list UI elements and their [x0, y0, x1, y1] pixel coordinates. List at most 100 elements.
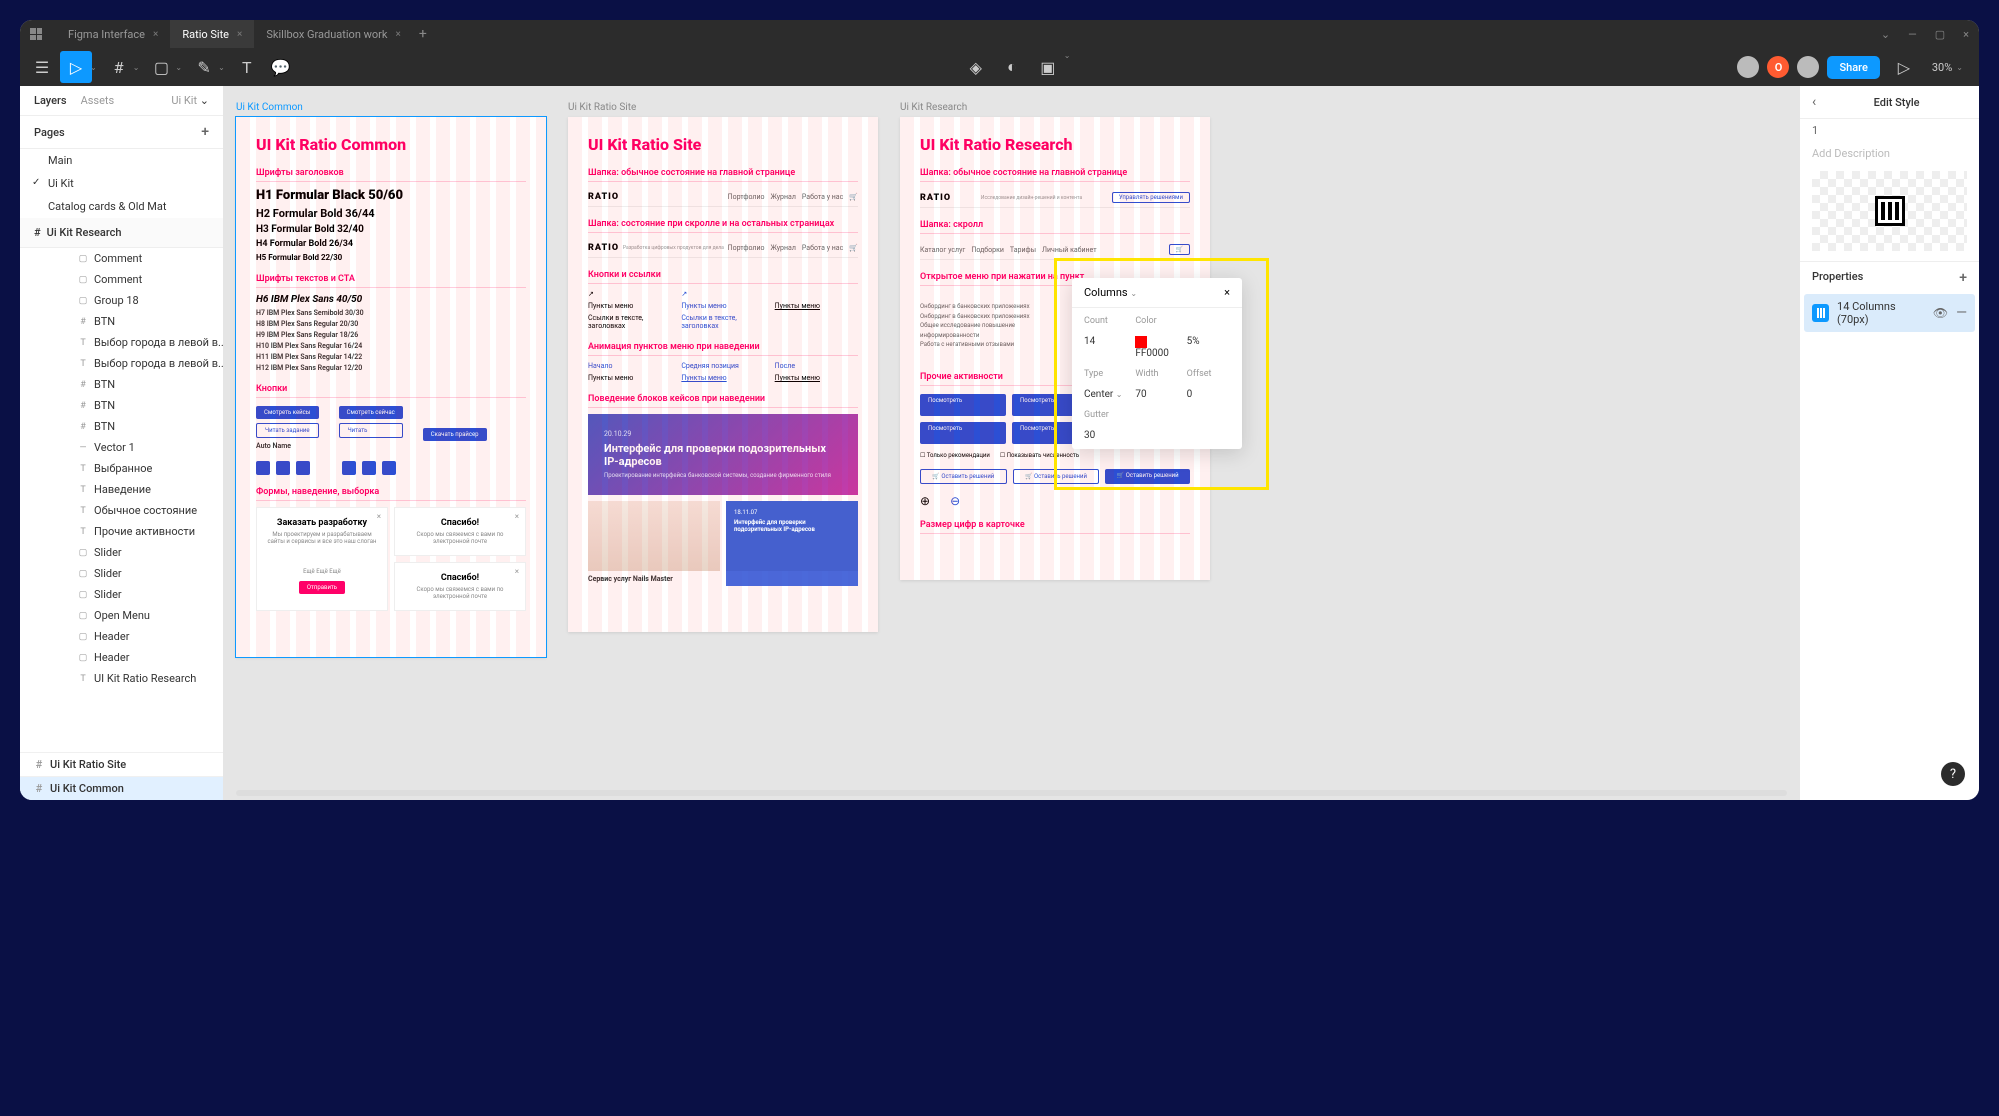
count-input[interactable]: 14 — [1084, 336, 1127, 359]
button-sample: Auto Name — [256, 442, 319, 450]
figma-logo-icon[interactable] — [30, 28, 42, 40]
width-input[interactable]: 70 — [1135, 389, 1178, 400]
tab-ratio-site[interactable]: Ratio Site× — [170, 20, 254, 48]
layer-item[interactable]: TОбычное состояние — [20, 500, 223, 521]
comment-tool-icon[interactable]: 💬 — [265, 51, 297, 83]
horizontal-scrollbar[interactable] — [236, 790, 1787, 796]
layer-item[interactable]: #BTN — [20, 374, 223, 395]
frame-label[interactable]: Ui Kit Common — [236, 102, 546, 113]
frame-title: UI Kit Ratio Research — [920, 135, 1190, 154]
menu-icon[interactable]: ☰ — [26, 51, 58, 83]
help-button[interactable]: ? — [1941, 762, 1965, 786]
typography-sample: H3 Formular Bold 32/40 — [256, 224, 526, 235]
page-item[interactable]: Catalog cards & Old Mat — [20, 195, 223, 218]
frame-header[interactable]: Ui Kit Research — [47, 226, 122, 239]
frame-tool-icon[interactable]: # — [103, 51, 135, 83]
style-count[interactable]: 1 — [1800, 119, 1979, 142]
layer-item[interactable]: TНаведение — [20, 479, 223, 500]
page-item[interactable]: Ui Kit — [20, 172, 223, 195]
close-icon[interactable]: × — [153, 29, 158, 40]
shape-tool-icon[interactable]: ▢ — [145, 51, 177, 83]
boolean-icon[interactable]: ▣ — [1032, 51, 1064, 83]
visibility-icon[interactable]: 👁 — [1933, 306, 1948, 320]
component-icon[interactable]: ◈ — [960, 51, 992, 83]
remove-icon[interactable]: — — [1956, 305, 1967, 321]
layer-item[interactable]: TВыбранное — [20, 458, 223, 479]
layer-item[interactable]: #BTN — [20, 416, 223, 437]
chevron-down-icon[interactable]: ⌄ — [1881, 28, 1890, 41]
layer-item[interactable]: ▢Comment — [20, 269, 223, 290]
button-sample: Читать — [339, 423, 403, 438]
field-label: Count — [1084, 316, 1127, 326]
add-page-button[interactable]: + — [201, 124, 209, 140]
new-tab-button[interactable]: + — [419, 26, 427, 42]
frame-row[interactable]: #Ui Kit Common — [20, 776, 223, 800]
layer-item[interactable]: —Vector 1 — [20, 437, 223, 458]
layer-item[interactable]: TВыбор города в левой в... — [20, 353, 223, 374]
add-property-button[interactable]: + — [1959, 270, 1967, 286]
frame-icon: # — [78, 380, 88, 390]
type-select[interactable]: Center ⌄ — [1084, 389, 1127, 400]
property-name: 14 Columns (70px) — [1837, 300, 1925, 326]
layer-item[interactable]: TПрочие активности — [20, 521, 223, 542]
layer-item[interactable]: ▢Comment — [20, 248, 223, 269]
text-icon: T — [78, 485, 88, 495]
layer-item[interactable]: ▢Group 18 — [20, 290, 223, 311]
frame-row[interactable]: #Ui Kit Ratio Site — [20, 752, 223, 776]
text-tool-icon[interactable]: T — [231, 51, 263, 83]
frame-icon: # — [78, 401, 88, 411]
color-input[interactable]: FF0000 — [1135, 336, 1178, 359]
avatar[interactable] — [1797, 56, 1819, 78]
offset-input[interactable]: 0 — [1187, 389, 1230, 400]
layers-list: ▢Comment▢Comment▢Group 18#BTNTВыбор горо… — [20, 248, 223, 752]
card-title: Сервис услуг Nails Master — [588, 575, 720, 583]
tab-figma-interface[interactable]: Figma Interface× — [56, 20, 170, 48]
layer-item[interactable]: ▢Slider — [20, 542, 223, 563]
layer-item[interactable]: ▢Open Menu — [20, 605, 223, 626]
close-icon[interactable]: × — [395, 29, 400, 40]
present-icon[interactable]: ▷ — [1888, 51, 1920, 83]
frame-label[interactable]: Ui Kit Ratio Site — [568, 102, 878, 113]
button-sample: Читать задание — [256, 423, 319, 438]
gutter-input[interactable]: 30 — [1084, 430, 1230, 441]
tab-skillbox[interactable]: Skillbox Graduation work× — [254, 20, 412, 48]
layer-item[interactable]: ▢Header — [20, 626, 223, 647]
layer-item[interactable]: ▢Slider — [20, 563, 223, 584]
layer-item[interactable]: #BTN — [20, 311, 223, 332]
section-title: Шапка: состояние при скролле и на осталь… — [588, 219, 858, 233]
close-window-icon[interactable]: × — [1963, 28, 1969, 41]
tab-layers[interactable]: Layers — [34, 94, 67, 107]
layer-item[interactable]: ▢Header — [20, 647, 223, 668]
frame-ui-kit-common[interactable]: UI Kit Ratio Common Шрифты заголовков H1… — [236, 117, 546, 657]
property-row[interactable]: 14 Columns (70px) 👁 — — [1804, 294, 1975, 332]
tab-assets[interactable]: Assets — [81, 94, 115, 107]
canvas[interactable]: Ui Kit Common UI Kit Ratio Common Шрифты… — [224, 86, 1799, 800]
app-window: Figma Interface× Ratio Site× Skillbox Gr… — [20, 20, 1979, 800]
minimize-icon[interactable]: — — [1908, 28, 1917, 41]
layer-item[interactable]: TВыбор города в левой в... — [20, 332, 223, 353]
library-name[interactable]: Ui Kit ⌄ — [171, 94, 209, 107]
share-button[interactable]: Share — [1827, 56, 1879, 79]
frame-label[interactable]: Ui Kit Research — [900, 102, 1210, 113]
layer-item[interactable]: #BTN — [20, 395, 223, 416]
text-icon: T — [78, 359, 88, 369]
avatar[interactable] — [1737, 56, 1759, 78]
frame-ui-kit-ratio-site[interactable]: UI Kit Ratio Site Шапка: обычное состоян… — [568, 117, 878, 632]
page-item[interactable]: Main — [20, 149, 223, 172]
section-title: Формы, наведение, выборка — [256, 487, 526, 501]
move-tool-icon[interactable]: ▷ — [60, 51, 92, 83]
typography-sample: H2 Formular Bold 36/44 — [256, 207, 526, 220]
typography-sample: H7 IBM Plex Sans Semibold 30/30 — [256, 309, 526, 317]
close-icon[interactable]: × — [237, 29, 242, 40]
pen-tool-icon[interactable]: ✎ — [188, 51, 220, 83]
avatar[interactable]: O — [1767, 56, 1789, 78]
maximize-icon[interactable]: ▢ — [1935, 28, 1945, 41]
mask-icon[interactable]: ◐ — [996, 51, 1028, 83]
back-icon[interactable]: ‹ — [1812, 94, 1816, 110]
layer-item[interactable]: ▢Slider — [20, 584, 223, 605]
description-input[interactable]: Add Description — [1800, 142, 1979, 165]
layer-item[interactable]: TUI Kit Ratio Research — [20, 668, 223, 689]
zoom-level[interactable]: 30% — [1932, 61, 1952, 74]
close-icon[interactable]: × — [1224, 286, 1230, 299]
opacity-input[interactable]: 5% — [1187, 336, 1230, 359]
